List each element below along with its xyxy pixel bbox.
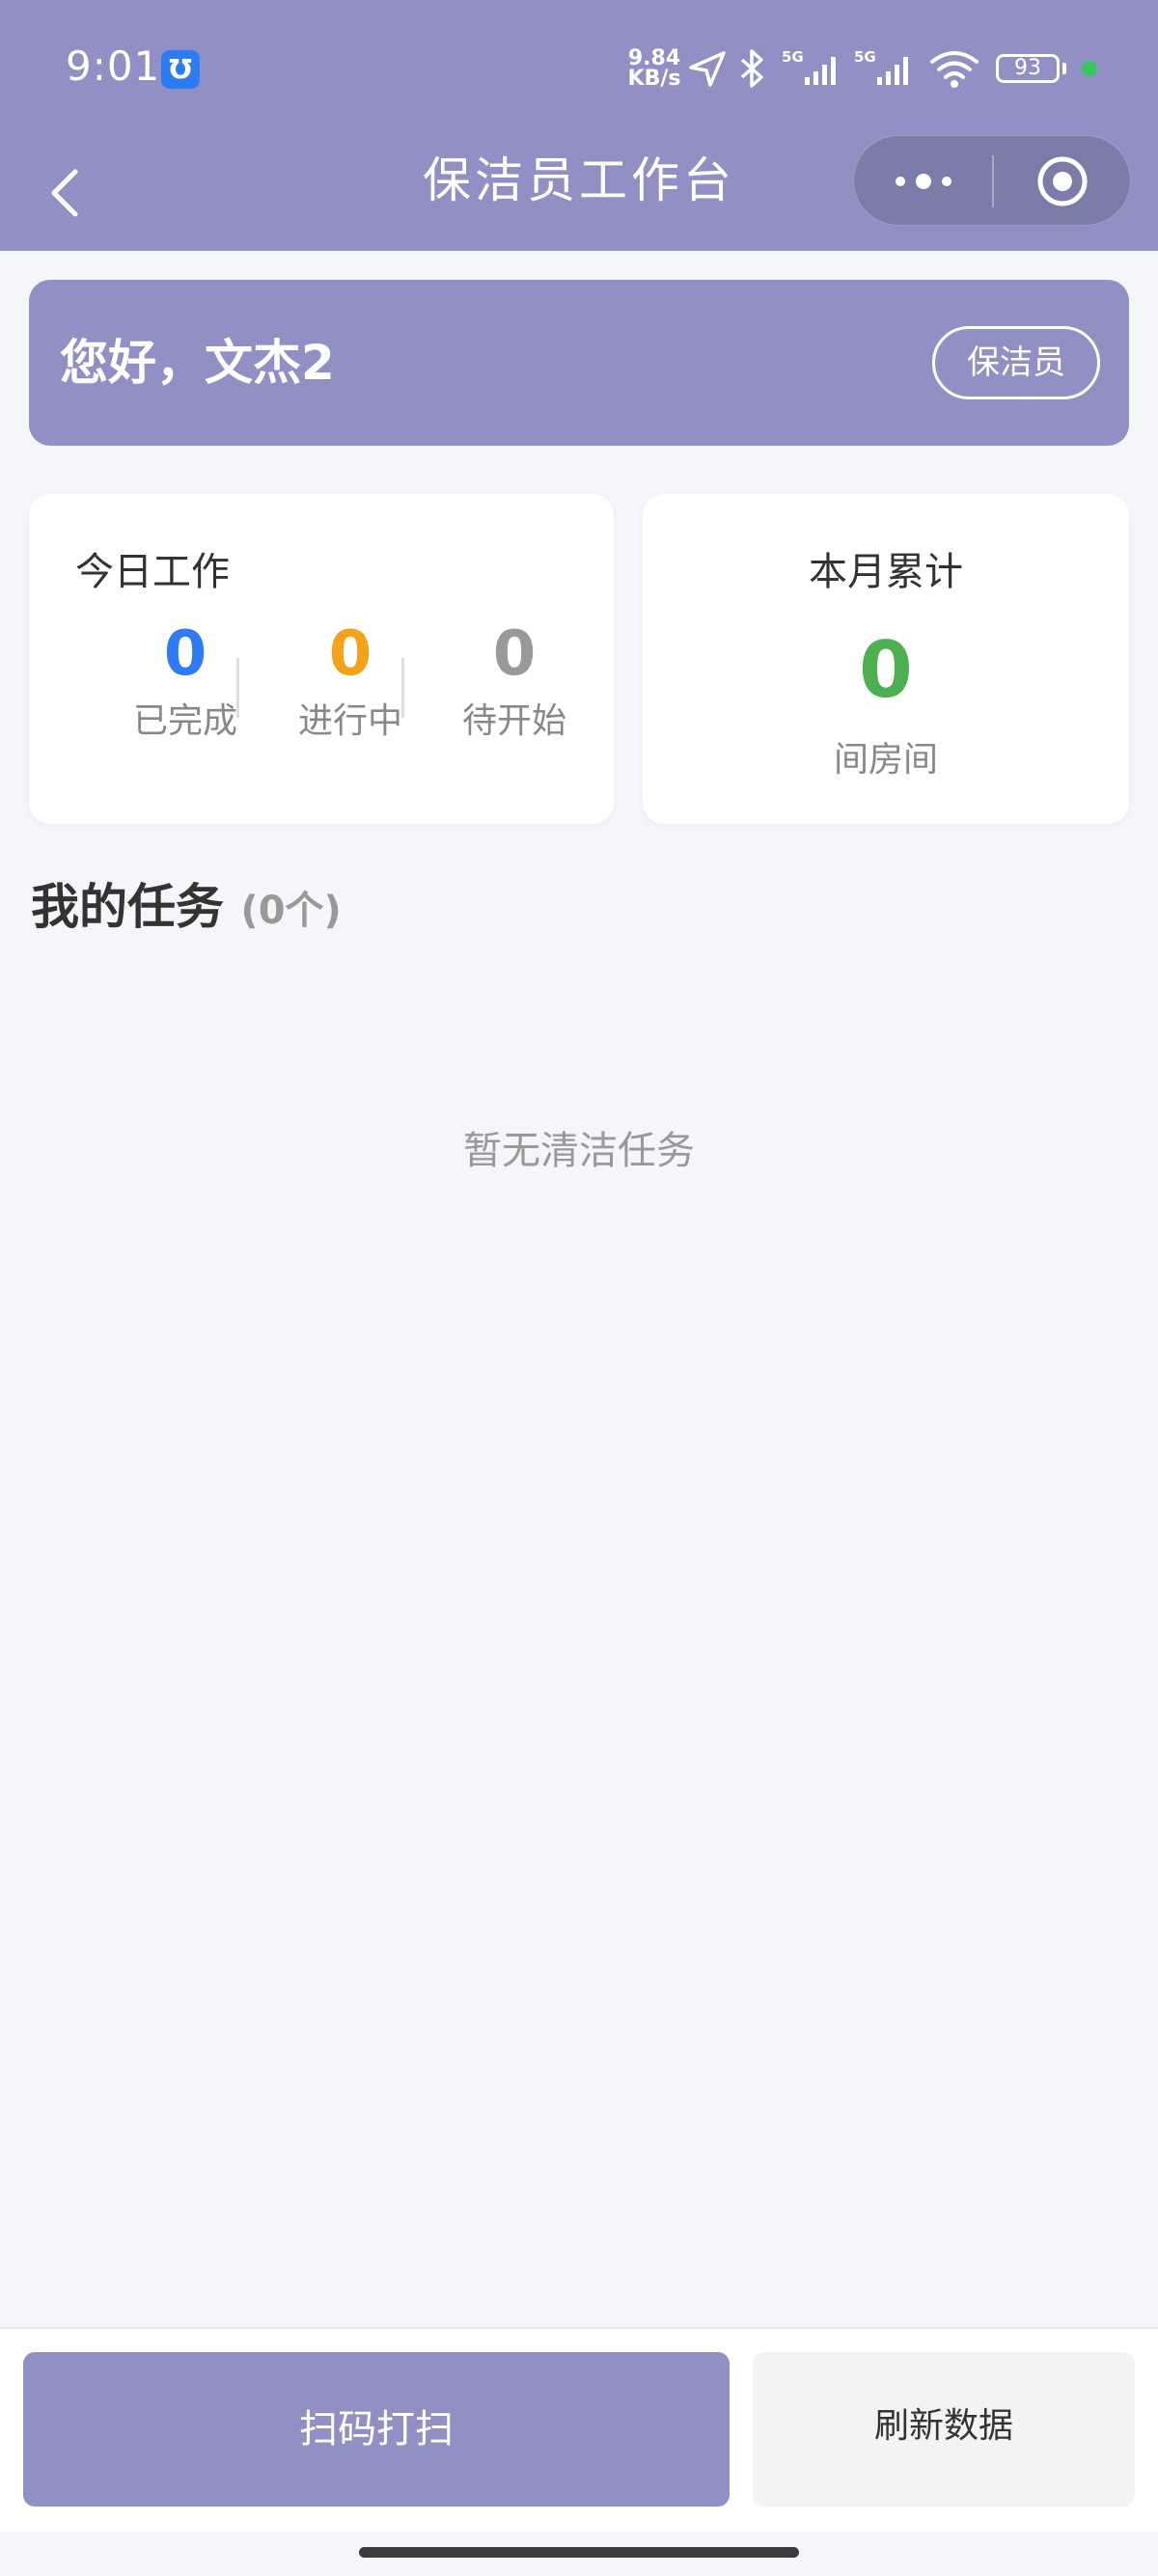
today-work-card: 今日工作 0 已完成 0 进行中 0 待开始 bbox=[29, 494, 614, 824]
bottom-action-bar: 扫码打扫 刷新数据 bbox=[0, 2327, 1158, 2532]
stat-completed: 0 已完成 bbox=[103, 619, 267, 743]
stat-in-progress-value: 0 bbox=[328, 618, 372, 690]
stat-completed-value: 0 bbox=[163, 618, 207, 690]
greeting-text: 您好，文杰2 bbox=[60, 335, 335, 391]
battery-indicator: 93 bbox=[996, 54, 1060, 83]
status-time: 9:01 bbox=[66, 42, 161, 90]
signal-5g-icon: 5G bbox=[854, 48, 908, 85]
refresh-data-button[interactable]: 刷新数据 bbox=[753, 2352, 1135, 2507]
wifi-icon bbox=[930, 51, 979, 88]
stat-divider bbox=[236, 658, 239, 718]
tasks-heading: 我的任务 (0个) bbox=[31, 868, 342, 938]
stat-pending-label: 待开始 bbox=[461, 701, 566, 741]
month-total-value: 0 bbox=[859, 625, 913, 715]
month-total-title: 本月累计 bbox=[809, 550, 963, 594]
navigation-bar: 保洁员工作台 bbox=[0, 135, 1158, 251]
chevron-left-icon[interactable] bbox=[42, 156, 91, 230]
greeting-card: 您好，文杰2 保洁员 bbox=[29, 280, 1129, 446]
tasks-heading-text: 我的任务 bbox=[31, 879, 224, 935]
month-total-label: 间房间 bbox=[833, 740, 938, 780]
app-notification-icon: Ʊ bbox=[161, 50, 200, 89]
tasks-count: (0个) bbox=[240, 889, 342, 933]
status-bar: 9:01 Ʊ 9.84 KB/s 5G 5G 93 bbox=[0, 0, 1158, 135]
more-dots-icon[interactable] bbox=[854, 136, 993, 227]
network-speed: 9.84 KB/s bbox=[627, 46, 681, 91]
stat-in-progress: 0 进行中 bbox=[268, 619, 432, 743]
month-total-card: 本月累计 0 间房间 bbox=[643, 494, 1129, 824]
status-dot bbox=[1082, 61, 1097, 76]
stat-completed-label: 已完成 bbox=[132, 701, 237, 741]
stat-in-progress-label: 进行中 bbox=[297, 701, 402, 741]
role-badge: 保洁员 bbox=[932, 326, 1100, 399]
network-speed-value: 9.84 bbox=[627, 46, 681, 70]
signal-5g-icon: 5G bbox=[782, 48, 836, 85]
network-speed-unit: KB/s bbox=[627, 67, 681, 91]
empty-state-text: 暂无清洁任务 bbox=[463, 1129, 695, 1173]
bluetooth-icon bbox=[740, 49, 763, 88]
stat-pending-value: 0 bbox=[492, 618, 537, 690]
stat-divider bbox=[401, 658, 404, 718]
svg-text:5G: 5G bbox=[854, 48, 876, 66]
today-work-title: 今日工作 bbox=[75, 550, 230, 594]
stat-pending: 0 待开始 bbox=[432, 619, 596, 743]
battery-tip bbox=[1062, 63, 1066, 74]
home-indicator[interactable] bbox=[359, 2547, 799, 2558]
svg-text:5G: 5G bbox=[782, 48, 804, 66]
scan-clean-button[interactable]: 扫码打扫 bbox=[23, 2352, 730, 2507]
location-arrow-icon bbox=[689, 51, 726, 87]
target-circle-icon[interactable] bbox=[993, 136, 1132, 227]
mini-program-capsule bbox=[853, 135, 1131, 226]
